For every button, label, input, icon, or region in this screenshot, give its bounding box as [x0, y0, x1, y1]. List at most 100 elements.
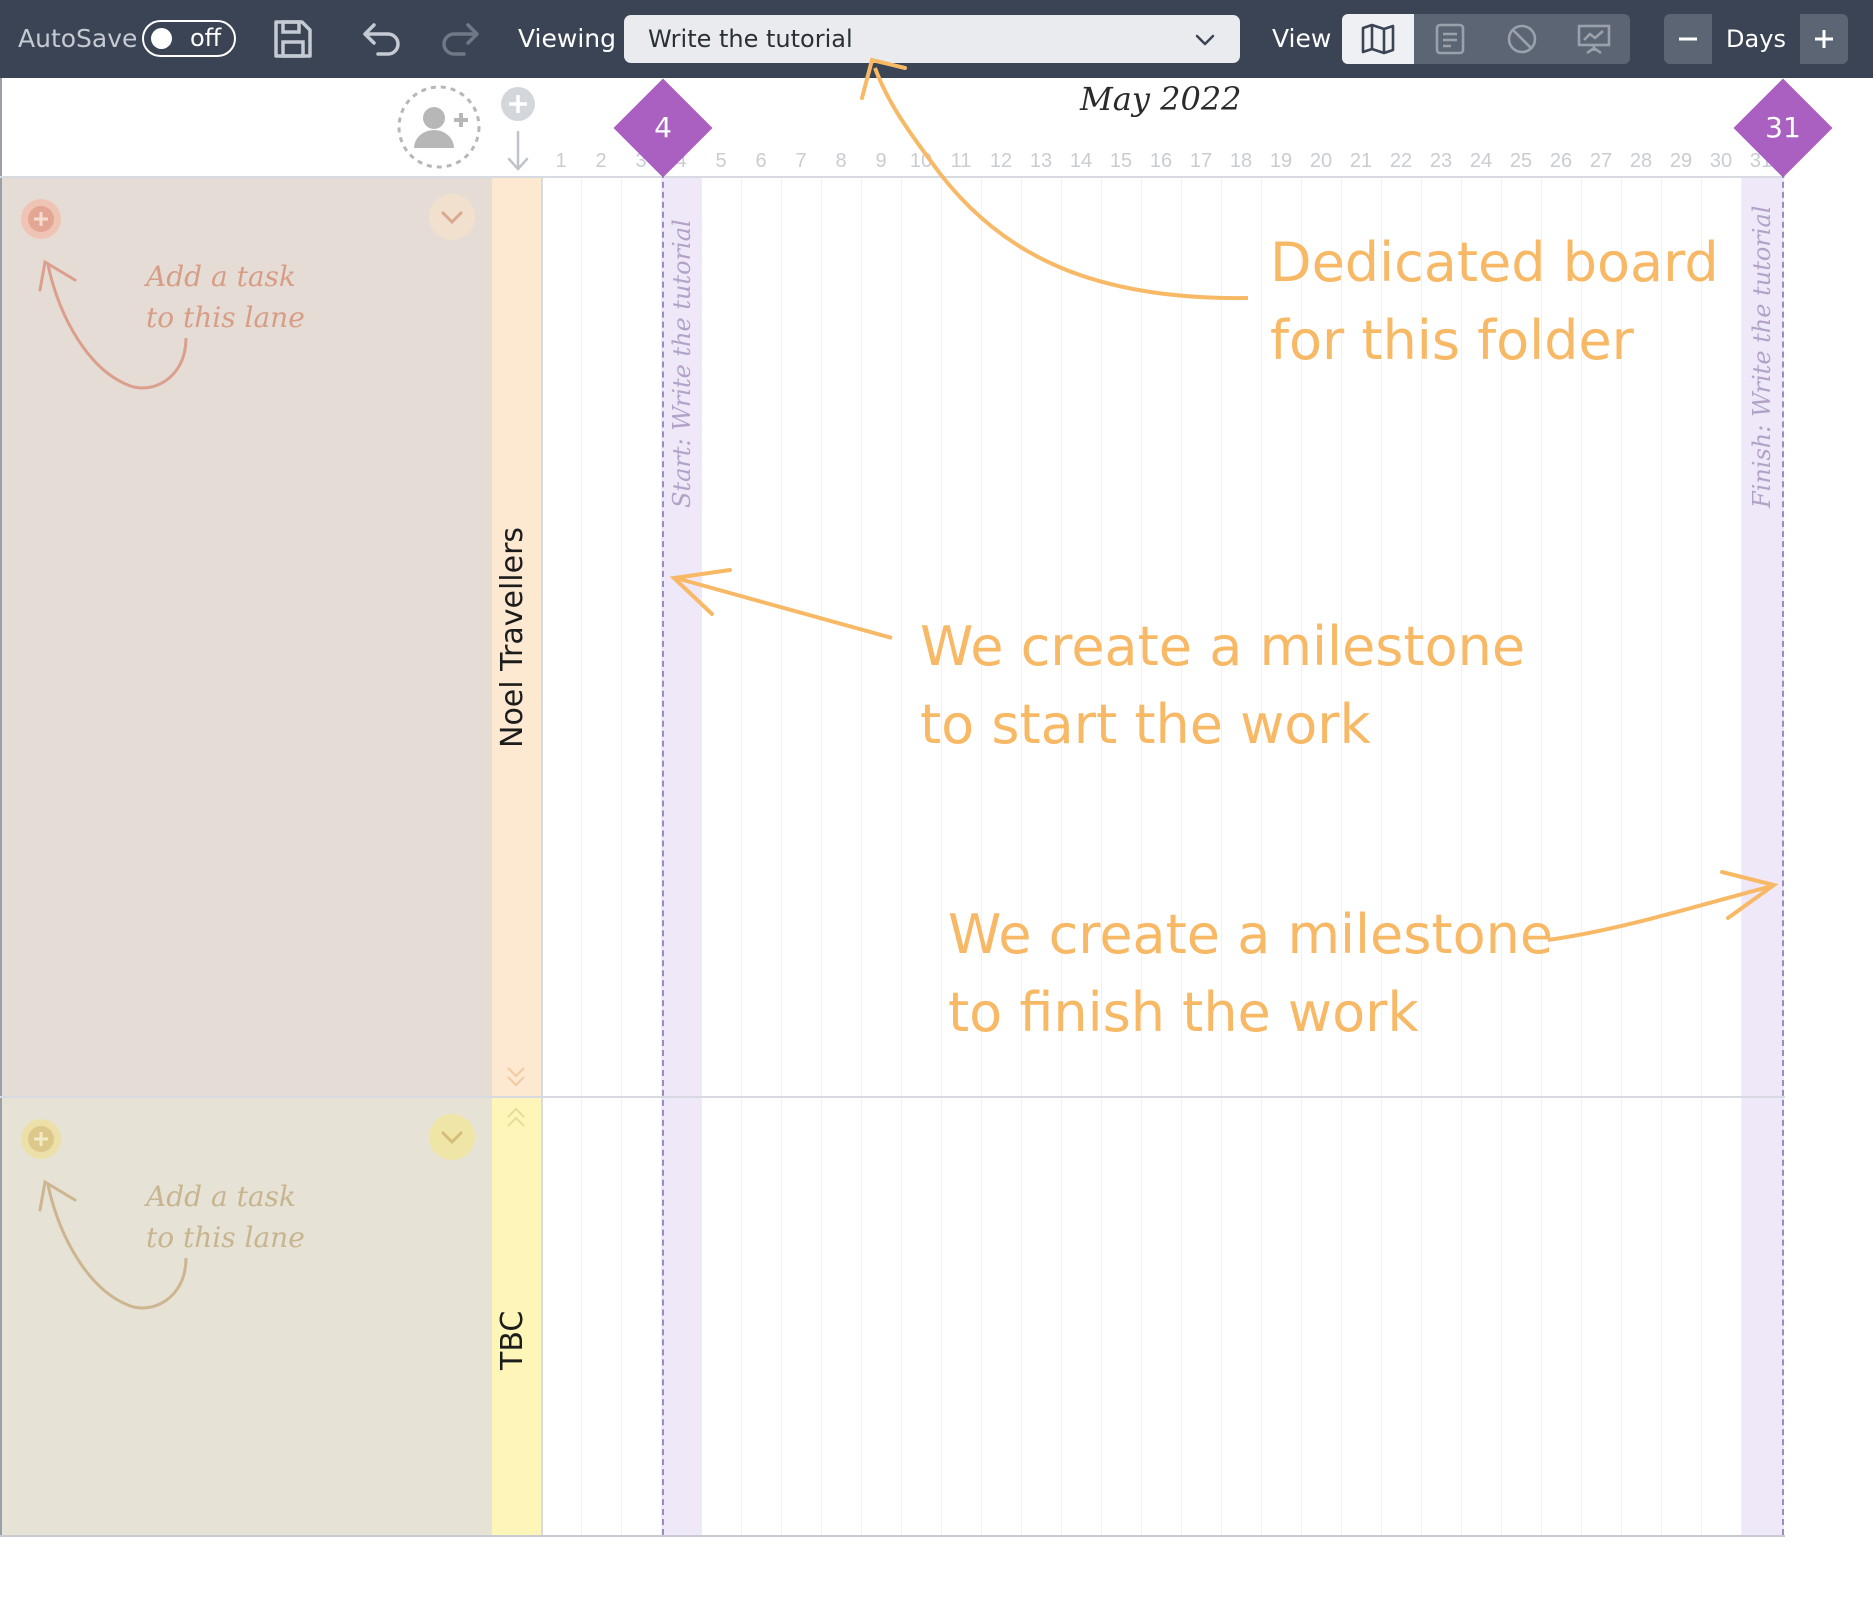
day-grid-line	[1101, 178, 1102, 1535]
autosave-label: AutoSave	[18, 24, 138, 53]
add-task-icon[interactable]	[20, 198, 62, 240]
day-label: 18	[1229, 150, 1253, 172]
day-grid-line	[1661, 178, 1662, 1535]
view-map-button[interactable]	[1342, 14, 1414, 64]
collapse-lane-icon[interactable]	[428, 193, 476, 241]
day-label: 29	[1669, 150, 1693, 172]
presentation-icon	[1577, 24, 1611, 55]
annotation-line: We create a milestone	[948, 903, 1554, 966]
day-label: 1	[555, 150, 567, 172]
day-label: 8	[835, 150, 847, 172]
toolbar: AutoSave off Viewing Write the tutorial …	[0, 0, 1873, 78]
arrow-down-icon[interactable]	[506, 130, 530, 172]
day-label: 26	[1549, 150, 1573, 172]
board-select-value: Write the tutorial	[648, 25, 853, 53]
autosave-state: off	[190, 24, 222, 52]
blocked-icon	[1507, 24, 1537, 54]
view-blocked-button[interactable]	[1486, 14, 1558, 64]
start-arrow	[675, 576, 893, 640]
day-label: 20	[1309, 150, 1333, 172]
map-icon	[1361, 23, 1395, 55]
undo-icon[interactable]	[356, 14, 406, 64]
lane-hint-line: to this lane	[146, 1221, 305, 1254]
zoom-level-label: Days	[1712, 14, 1800, 64]
day-grid-line	[1621, 178, 1622, 1535]
lane-hint: Add a task to this lane	[146, 1176, 305, 1258]
view-list-button[interactable]	[1414, 14, 1486, 64]
board-select[interactable]: Write the tutorial	[624, 15, 1240, 63]
day-grid-line	[1301, 178, 1302, 1535]
day-grid-line	[741, 178, 742, 1535]
lane-hint-line: to this lane	[146, 301, 305, 334]
save-icon[interactable]	[268, 14, 318, 64]
zoom-out-button[interactable]	[1664, 14, 1712, 64]
lane-tbc[interactable]	[2, 1098, 492, 1535]
day-label: 24	[1469, 150, 1493, 172]
day-label: 14	[1069, 150, 1093, 172]
day-label: 5	[715, 150, 727, 172]
day-grid-line	[621, 178, 622, 1535]
view-presentation-button[interactable]	[1558, 14, 1630, 64]
day-label: 27	[1589, 150, 1613, 172]
milestone-line-finish	[1782, 122, 1784, 1535]
day-grid-line	[1501, 178, 1502, 1535]
day-grid-line	[981, 178, 982, 1535]
autosave-toggle[interactable]: off	[142, 20, 236, 57]
chevrons-down-icon[interactable]	[505, 1064, 527, 1090]
annotation-board: Dedicated board for this folder	[1270, 224, 1719, 380]
day-label: 13	[1029, 150, 1053, 172]
day-grid-line	[1461, 178, 1462, 1535]
lane-name[interactable]: TBC	[495, 1311, 530, 1370]
add-member-icon[interactable]	[396, 84, 482, 170]
day-grid-line	[1581, 178, 1582, 1535]
day-label: 9	[875, 150, 887, 172]
day-grid-line	[1541, 178, 1542, 1535]
day-label: 25	[1509, 150, 1533, 172]
view-label: View	[1272, 24, 1332, 53]
day-label: 28	[1629, 150, 1653, 172]
view-mode-group	[1342, 14, 1630, 64]
zoom-group: Days	[1664, 14, 1848, 64]
day-grid-line	[1421, 178, 1422, 1535]
day-label: 19	[1269, 150, 1293, 172]
milestone-line-start	[662, 122, 664, 1535]
lane-name[interactable]: Noel Travellers	[495, 527, 530, 748]
toggle-knob	[151, 28, 172, 49]
milestone-start-label: Start: Write the tutorial	[668, 219, 696, 508]
day-label: 6	[755, 150, 767, 172]
day-label: 10	[909, 150, 933, 172]
redo-icon[interactable]	[436, 14, 486, 64]
board-bottom-border	[0, 1535, 1785, 1537]
annotation-line: We create a milestone	[920, 615, 1526, 678]
milestone-finish-label: Finish: Write the tutorial	[1748, 205, 1776, 508]
annotation-start: We create a milestone to start the work	[920, 608, 1525, 764]
zoom-in-button[interactable]	[1800, 14, 1848, 64]
header-divider	[0, 176, 1785, 178]
day-label: 7	[795, 150, 807, 172]
chevrons-up-icon[interactable]	[505, 1104, 527, 1130]
chevron-down-icon	[1195, 34, 1215, 46]
add-task-icon[interactable]	[20, 1118, 62, 1160]
lane-hint: Add a task to this lane	[146, 256, 305, 338]
day-label: 21	[1349, 150, 1373, 172]
day-grid-line	[581, 178, 582, 1535]
day-grid-line	[781, 178, 782, 1535]
day-grid-line	[1701, 178, 1702, 1535]
day-grid-line	[1181, 178, 1182, 1535]
day-grid-line	[1341, 178, 1342, 1535]
timeline-left-border	[541, 178, 543, 1535]
plus-icon	[1815, 30, 1833, 48]
add-lane-icon[interactable]	[500, 86, 536, 122]
list-icon	[1435, 23, 1465, 55]
milestone-start-day: 4	[654, 111, 672, 144]
day-grid-line	[901, 178, 902, 1535]
day-label: 11	[950, 150, 972, 172]
day-grid-line	[1021, 178, 1022, 1535]
day-grid-line	[1141, 178, 1142, 1535]
month-label: May 2022	[1080, 80, 1242, 118]
collapse-lane-icon[interactable]	[428, 1113, 476, 1161]
day-label: 17	[1189, 150, 1213, 172]
day-grid-line	[1221, 178, 1222, 1535]
day-label: 15	[1109, 150, 1133, 172]
annotation-finish: We create a milestone to finish the work	[948, 896, 1553, 1052]
